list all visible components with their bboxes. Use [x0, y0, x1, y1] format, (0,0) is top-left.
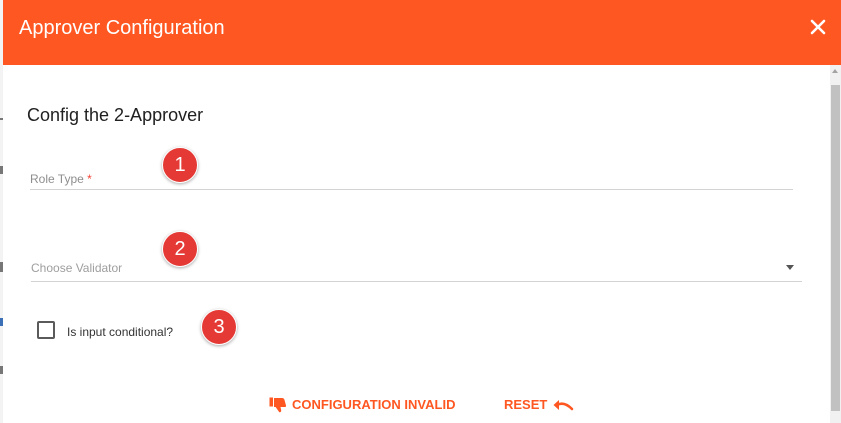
- conditional-checkbox-label: Is input conditional?: [67, 325, 174, 339]
- thumbs-down-icon: [269, 397, 287, 413]
- required-marker: *: [87, 172, 92, 186]
- close-button[interactable]: [805, 14, 831, 40]
- section-title: Config the 2-Approver: [27, 105, 204, 125]
- validator-select[interactable]: Choose Validator: [31, 260, 122, 276]
- chevron-down-icon[interactable]: [786, 265, 794, 270]
- reset-label: RESET: [504, 397, 548, 412]
- scroll-thumb[interactable]: [831, 85, 840, 411]
- annotation-badge-1: 1: [162, 147, 198, 183]
- role-type-label: Role Type: [30, 172, 84, 186]
- configuration-invalid-label: CONFIGURATION INVALID: [292, 397, 456, 412]
- approver-config-dialog: Approver Configuration Config the 2-Appr…: [3, 0, 841, 423]
- dialog-title: Approver Configuration: [19, 17, 225, 39]
- scroll-up-arrow-icon[interactable]: [832, 69, 838, 73]
- role-type-underline: [30, 189, 793, 190]
- validator-underline: [31, 281, 802, 282]
- reset-button[interactable]: RESET: [504, 395, 574, 415]
- conditional-checkbox[interactable]: [37, 321, 55, 339]
- dialog-header: Approver Configuration: [3, 0, 841, 65]
- close-icon: [810, 19, 826, 35]
- role-type-field[interactable]: Role Type *: [30, 171, 92, 187]
- annotation-badge-3: 3: [201, 309, 237, 345]
- dialog-scrollbar[interactable]: [830, 65, 841, 423]
- configuration-invalid-button[interactable]: CONFIGURATION INVALID: [269, 395, 455, 415]
- annotation-badge-2: 2: [162, 231, 198, 267]
- undo-icon: [553, 400, 574, 411]
